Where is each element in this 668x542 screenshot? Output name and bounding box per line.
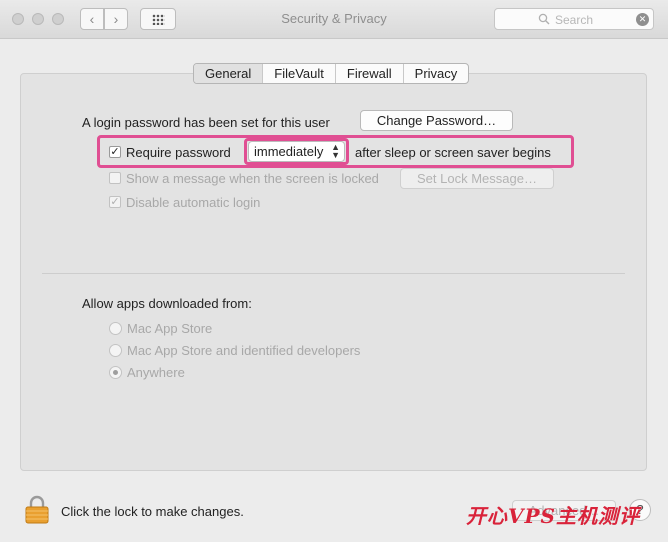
require-password-suffix: after sleep or screen saver begins (355, 145, 551, 160)
show-message-checkbox[interactable] (109, 172, 121, 184)
tab-general[interactable]: General (194, 64, 263, 83)
settings-panel (20, 73, 647, 471)
radio-identified-developers[interactable] (109, 344, 122, 357)
title-bar: ‹ › Security & Privacy Search ✕ (0, 0, 668, 39)
allow-apps-heading: Allow apps downloaded from: (82, 296, 252, 311)
radio-label-mac-app-store: Mac App Store (127, 321, 213, 336)
search-field[interactable]: Search ✕ (494, 8, 654, 30)
lock-text: Click the lock to make changes. (61, 504, 244, 519)
radio-anywhere[interactable] (109, 366, 122, 379)
section-divider (42, 273, 625, 274)
change-password-button[interactable]: Change Password… (360, 110, 513, 131)
radio-mac-app-store[interactable] (109, 322, 122, 335)
clear-search-icon[interactable]: ✕ (636, 13, 649, 26)
search-icon (538, 13, 550, 25)
set-lock-message-button[interactable]: Set Lock Message… (400, 168, 554, 189)
require-password-checkbox[interactable]: ✓ (109, 146, 121, 158)
watermark-text: 开心VPS主机测评 (466, 504, 640, 528)
tab-firewall[interactable]: Firewall (334, 64, 403, 83)
show-message-label: Show a message when the screen is locked (126, 171, 379, 186)
chevron-updown-icon: ▲ ▼ (331, 142, 340, 160)
tab-privacy[interactable]: Privacy (402, 64, 469, 83)
radio-label-anywhere: Anywhere (127, 365, 185, 380)
tab-bar: General FileVault Firewall Privacy (193, 63, 470, 84)
require-password-label: Require password (126, 145, 231, 160)
radio-label-identified-developers: Mac App Store and identified developers (127, 343, 361, 358)
login-password-text: A login password has been set for this u… (82, 115, 330, 130)
require-password-delay-value: immediately (254, 144, 324, 159)
tab-filevault[interactable]: FileVault (262, 64, 335, 83)
disable-auto-login-label: Disable automatic login (126, 195, 261, 210)
search-placeholder: Search (555, 13, 594, 27)
disable-auto-login-checkbox[interactable]: ✓ (109, 196, 121, 208)
require-password-delay-select[interactable]: immediately ▲ ▼ (248, 141, 345, 162)
lock-icon[interactable] (25, 495, 49, 524)
